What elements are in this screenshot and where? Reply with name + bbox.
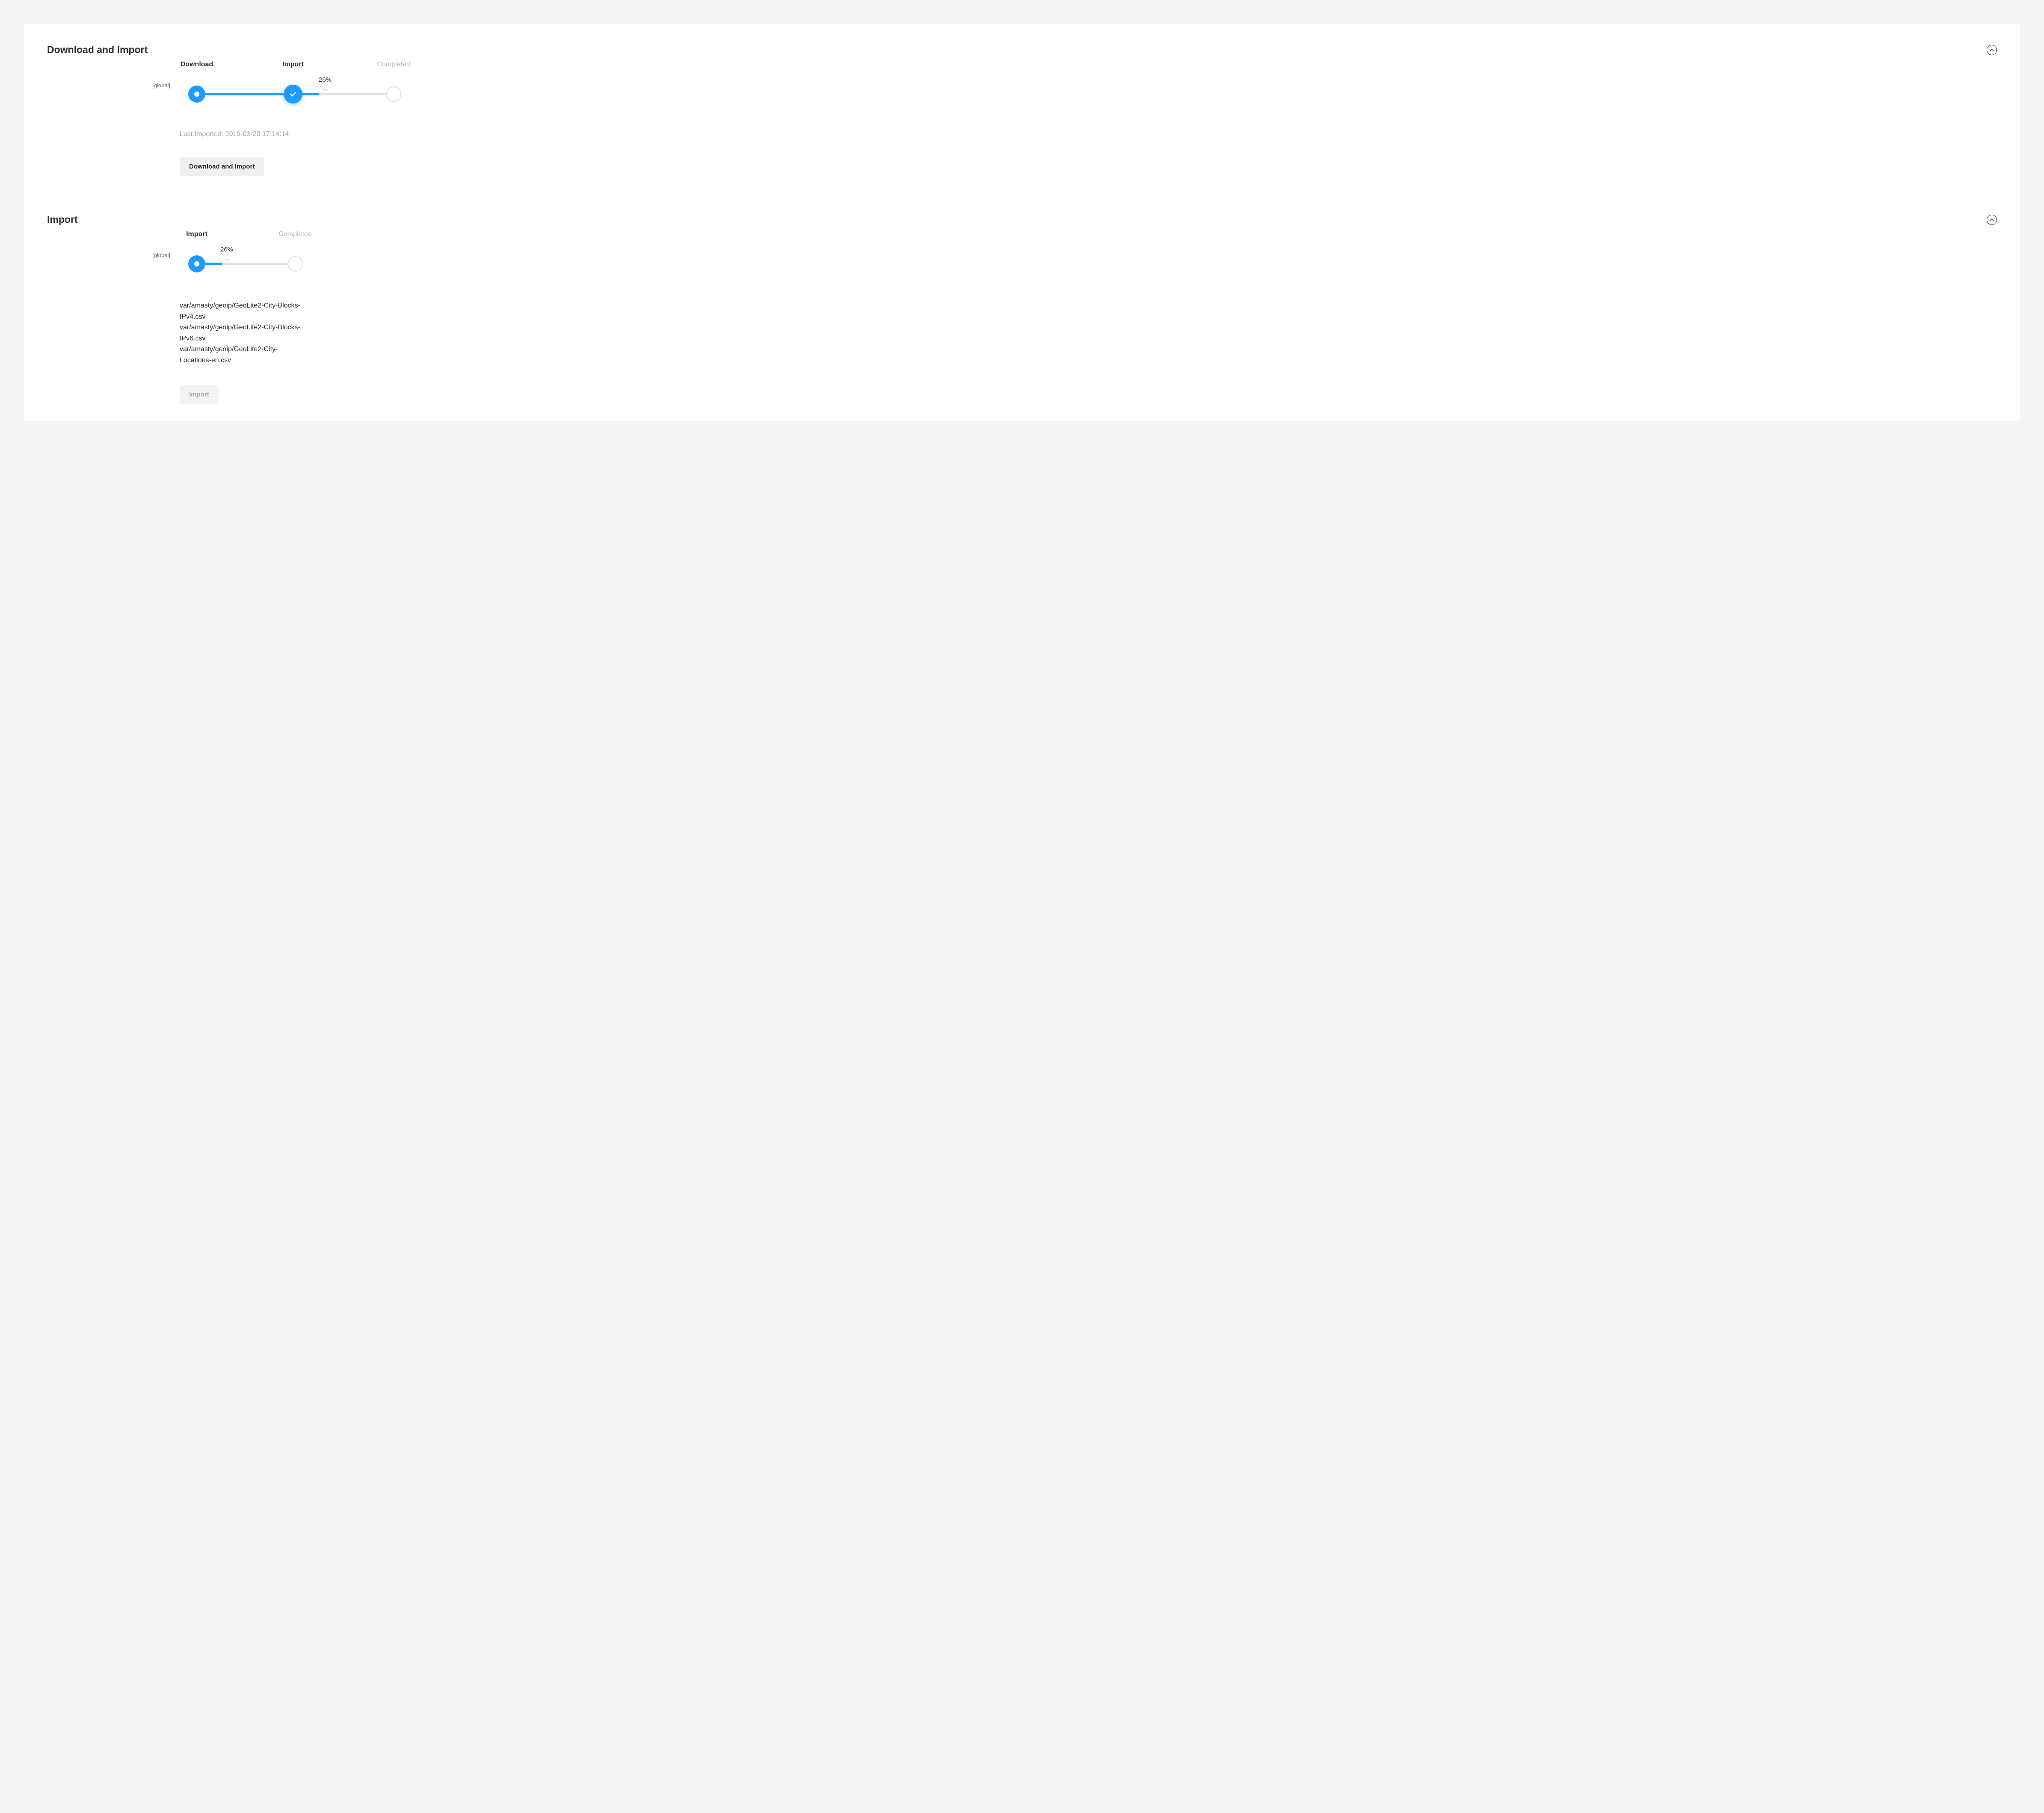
step-label-import: Import bbox=[282, 61, 304, 68]
file-list: var/amasty/geoip/GeoLite2-City-Blocks-IP… bbox=[180, 300, 308, 366]
scope-label: [global] bbox=[47, 73, 180, 89]
progress-stepper: Download Import Completed 26% bbox=[180, 73, 406, 115]
chevron-up-icon bbox=[1990, 48, 1994, 52]
chevron-up-icon bbox=[1990, 218, 1994, 222]
last-imported: Last Imported: 2019-03-20 17:14:14 bbox=[180, 130, 1997, 138]
collapse-button[interactable] bbox=[1987, 215, 1997, 225]
step-label-download: Download bbox=[181, 61, 213, 68]
progress-percent: 26% bbox=[319, 76, 332, 83]
import-button[interactable]: Import bbox=[180, 385, 219, 404]
last-imported-label: Last Imported: bbox=[180, 130, 223, 138]
file-item: var/amasty/geoip/GeoLite2-City-Blocks-IP… bbox=[180, 300, 308, 322]
settings-panel: Download and Import [global] Download Im… bbox=[24, 24, 2020, 421]
progress-percent: 26% bbox=[220, 246, 233, 253]
progress-stepper: Import Completed 26% bbox=[180, 243, 308, 285]
check-icon bbox=[289, 90, 297, 98]
download-import-button[interactable]: Download and Import bbox=[180, 157, 264, 176]
section-title: Import bbox=[47, 214, 78, 225]
download-import-section: Download and Import [global] Download Im… bbox=[24, 24, 2020, 193]
import-section: Import [global] Import Completed 26% bbox=[47, 193, 1997, 421]
step-node-import bbox=[188, 255, 205, 272]
scope-label: [global] bbox=[47, 243, 180, 258]
track-complete-segment1 bbox=[197, 93, 293, 95]
file-item: var/amasty/geoip/GeoLite2-City-Blocks-IP… bbox=[180, 322, 308, 344]
step-node-completed bbox=[386, 86, 401, 102]
step-label-import: Import bbox=[186, 231, 207, 238]
collapse-button[interactable] bbox=[1987, 45, 1997, 55]
step-label-completed: Completed bbox=[278, 231, 311, 238]
file-item: var/amasty/geoip/GeoLite2-City-Locations… bbox=[180, 344, 308, 366]
last-imported-value: 2019-03-20 17:14:14 bbox=[225, 130, 289, 138]
progress-tick-icon bbox=[224, 258, 230, 263]
step-label-completed: Completed bbox=[377, 61, 410, 68]
progress-tick-icon bbox=[322, 89, 328, 93]
section-title: Download and Import bbox=[47, 44, 148, 56]
step-node-completed bbox=[287, 256, 303, 272]
step-node-import bbox=[284, 85, 302, 104]
step-node-download bbox=[188, 86, 205, 103]
